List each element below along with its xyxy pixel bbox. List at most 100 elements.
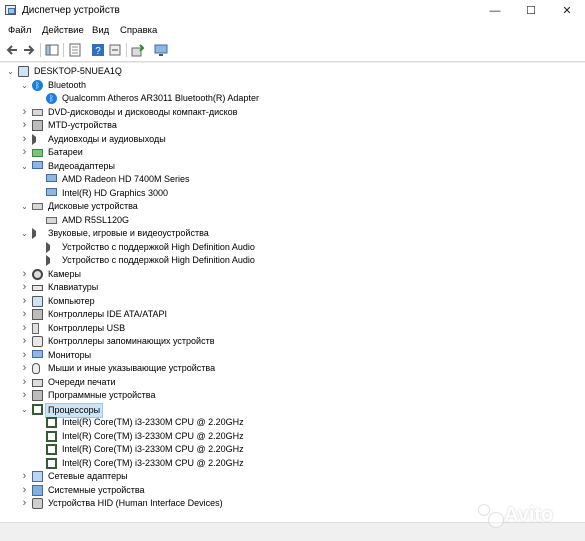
speaker-icon [46,255,52,266]
tree-category[interactable]: › Программные устройства [0,389,585,402]
tree-category[interactable]: › Сетевые адаптеры [0,470,585,483]
expand-chevron-icon[interactable]: › [20,335,29,348]
expand-chevron-icon[interactable]: › [20,484,29,497]
tree-device[interactable]: Устройство с поддержкой High Definition … [0,254,585,267]
device-manager-icon [5,5,16,15]
speaker-icon [46,241,52,253]
expand-chevron-icon[interactable]: › [20,308,29,321]
tree-device[interactable]: Устройство с поддержкой High Definition … [0,241,585,254]
collapse-chevron-icon[interactable]: ⌄ [20,79,29,92]
tree-device[interactable]: Intel(R) Core(TM) i3-2330M CPU @ 2.20GHz [0,443,585,456]
tree-item-label: Звуковые, игровые и видеоустройства [48,228,209,238]
tree-device[interactable]: AMD Radeon HD 7400M Series [0,173,585,186]
monitor-icon[interactable] [154,43,168,57]
back-arrow-icon[interactable] [5,43,19,57]
expand-chevron-icon[interactable]: › [20,281,29,294]
display-adapter-icon [46,174,57,182]
collapse-chevron-icon[interactable]: ⌄ [20,403,29,416]
processor-icon [46,457,57,469]
tree-category[interactable]: › Аудиовходы и аудиовыходы [0,133,585,146]
tree-item-label: Устройства HID (Human Interface Devices) [48,498,223,508]
toolbar-separator [63,43,64,57]
tree-category[interactable]: ⌄ Видеоадаптеры [0,160,585,173]
tree-device[interactable]: Intel(R) Core(TM) i3-2330M CPU @ 2.20GHz [0,457,585,470]
menu-view[interactable]: Вид [92,25,109,36]
scan-hardware-icon[interactable] [131,43,145,57]
tree-category[interactable]: › Системные устройства [0,484,585,497]
tree-category[interactable]: › DVD-дисководы и дисководы компакт-диско… [0,106,585,119]
tree-root[interactable]: ⌄ DESKTOP-5NUEA1Q [0,65,585,78]
ide-controller-icon [32,309,43,320]
help-icon[interactable]: ? [91,43,105,57]
close-button[interactable]: ✕ [549,0,585,22]
expand-chevron-icon[interactable]: › [20,497,29,510]
speaker-icon [32,228,38,239]
menu-help[interactable]: Справка [120,25,157,36]
tree-device[interactable]: Intel(R) Core(TM) i3-2330M CPU @ 2.20GHz [0,430,585,443]
expand-chevron-icon[interactable]: › [20,376,29,389]
tree-category[interactable]: ⌄ Звуковые, игровые и видеоустройства [0,227,585,240]
speaker-icon [32,133,38,145]
tree-category[interactable]: › Контроллеры USB [0,322,585,335]
bluetooth-icon: ᛒ [46,93,57,104]
tree-item-label: Bluetooth [48,79,87,90]
title-bar: Диспетчер устройств — ☐ ✕ [0,0,585,22]
tree-device[interactable]: AMD R5SL120G [0,214,585,227]
tree-device[interactable]: Intel(R) Core(TM) i3-2330M CPU @ 2.20GHz [0,416,585,429]
tree-category[interactable]: › Клавиатуры [0,281,585,294]
expand-chevron-icon[interactable]: › [20,470,29,483]
tree-item-label: Intel(R) HD Graphics 3000 [62,187,169,198]
tree-category[interactable]: › Камеры [0,268,585,281]
battery-icon [32,149,43,157]
network-adapter-icon [32,471,43,482]
tree-item-label: Контроллеры запоминающих устройств [48,336,215,346]
menu-file[interactable]: Файл [8,25,31,36]
expand-chevron-icon[interactable]: › [20,362,29,375]
tree-category[interactable]: › Очереди печати [0,376,585,389]
expand-chevron-icon[interactable]: › [20,146,29,159]
tree-category[interactable]: ⌄ ᛒ Bluetooth [0,79,585,92]
printer-icon [32,378,43,387]
collapse-chevron-icon[interactable]: ⌄ [6,65,15,78]
expand-chevron-icon[interactable]: › [20,389,29,402]
tree-category[interactable]: › MTD-устройства [0,119,585,132]
tree-item-label: AMD R5SL120G [62,214,130,225]
menu-action[interactable]: Действие [42,25,84,36]
bluetooth-icon: ᛒ [32,79,43,91]
expand-chevron-icon[interactable]: › [20,295,29,308]
expand-chevron-icon[interactable]: › [20,133,29,146]
expand-chevron-icon[interactable]: › [20,268,29,281]
tree-category[interactable]: › Мыши и иные указывающие устройства [0,362,585,375]
collapse-chevron-icon[interactable]: ⌄ [20,200,29,213]
disk-drive-icon [46,216,57,224]
minimize-button[interactable]: — [477,0,513,22]
processor-icon [32,403,43,415]
tree-item-label: Системные устройства [48,484,145,495]
tree-category[interactable]: › Компьютер [0,295,585,308]
processor-icon [46,417,57,428]
tree-category[interactable]: ⌄ Процессоры [0,402,585,418]
toolbar-separator [126,43,127,57]
tree-category[interactable]: › Батареи [0,146,585,159]
console-tree-icon[interactable] [45,43,59,57]
tree-item-label: Контроллеры USB [48,322,126,333]
tree-category[interactable]: ⌄ Дисковые устройства [0,200,585,213]
forward-arrow-icon[interactable] [22,43,36,57]
tree-item-label: DESKTOP-5NUEA1Q [34,66,122,76]
tree-item-label: Батареи [48,147,83,157]
properties-icon[interactable] [68,43,82,57]
tree-device[interactable]: Intel(R) HD Graphics 3000 [0,187,585,200]
expand-chevron-icon[interactable]: › [20,349,29,362]
tree-category[interactable]: › Мониторы [0,349,585,362]
expand-chevron-icon[interactable]: › [20,106,29,119]
tree-category[interactable]: › Контроллеры IDE ATA/ATAPI [0,308,585,321]
tree-device[interactable]: ᛒ Qualcomm Atheros AR3011 Bluetooth(R) Ad… [0,92,585,105]
expand-chevron-icon[interactable]: › [20,322,29,335]
update-driver-icon[interactable] [108,43,122,57]
collapse-chevron-icon[interactable]: ⌄ [20,160,29,173]
mouse-icon [32,363,40,374]
tree-category[interactable]: › Контроллеры запоминающих устройств [0,335,585,348]
maximize-button[interactable]: ☐ [513,0,549,22]
collapse-chevron-icon[interactable]: ⌄ [20,227,29,240]
expand-chevron-icon[interactable]: › [20,119,29,132]
